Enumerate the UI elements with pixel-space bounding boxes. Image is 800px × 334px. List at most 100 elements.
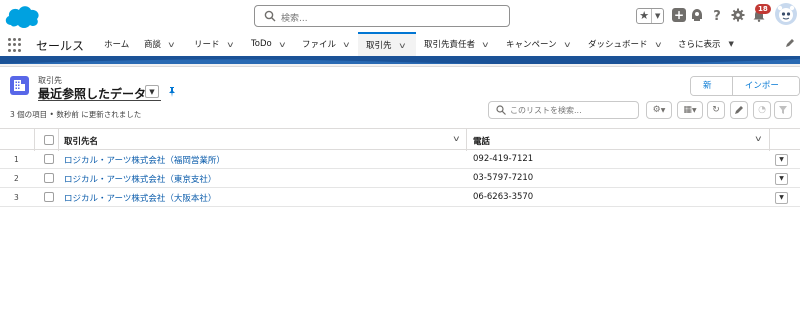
import-button[interactable]: インポート — [731, 77, 799, 95]
salesforce-logo[interactable] — [4, 3, 40, 29]
chevron-down-icon[interactable]: v — [343, 40, 349, 49]
phone-cell: 03-5797-7210 — [473, 173, 534, 183]
tab-label: 取引先 — [366, 41, 392, 51]
chevron-down-icon[interactable]: v — [655, 40, 661, 49]
chevron-down-icon[interactable]: v — [564, 40, 570, 49]
tab-label: キャンペーン — [506, 40, 557, 50]
tab-more[interactable]: さらに表示 ▼ — [670, 32, 742, 56]
favorites-button[interactable]: ★ ▼ — [636, 8, 664, 24]
column-divider — [466, 129, 467, 151]
user-avatar-icon — [777, 5, 795, 22]
settings-icon: ⚙ — [652, 105, 661, 115]
tab-label: ダッシュボード — [588, 40, 648, 50]
filter-button[interactable] — [774, 101, 792, 119]
trailhead-icon[interactable] — [690, 8, 704, 22]
list-search-placeholder: このリストを検索... — [510, 106, 582, 115]
row-actions-icon[interactable]: ▼ — [775, 173, 788, 185]
chevron-down-icon[interactable]: v — [482, 40, 488, 49]
new-button[interactable]: 新規 — [691, 77, 732, 95]
caret-down-icon[interactable]: ▼ — [729, 40, 734, 48]
refresh-button[interactable]: ↻ — [707, 101, 725, 119]
charts-button[interactable]: ◔ — [753, 101, 771, 119]
gear-icon[interactable] — [731, 8, 745, 22]
tab-files[interactable]: ファイル v — [294, 32, 357, 56]
app-name: セールス — [36, 39, 85, 53]
column-header-account-name[interactable]: 取引先名 — [64, 135, 98, 147]
display-as-button[interactable]: ▦▼ — [677, 101, 703, 119]
account-name-link[interactable]: ロジカル・アーツ株式会社（東京支社） — [64, 173, 216, 185]
search-icon — [264, 10, 276, 22]
list-settings-button[interactable]: ⚙▼ — [646, 101, 672, 119]
accounts-object-icon — [10, 76, 29, 95]
avatar[interactable] — [775, 3, 797, 25]
app-launcher-icon[interactable] — [8, 38, 22, 52]
refresh-icon: ↻ — [712, 105, 720, 115]
svg-text:?: ? — [713, 9, 721, 22]
tab-accounts[interactable]: 取引先 v — [358, 32, 416, 56]
table-row: 3 ロジカル・アーツ株式会社（大阪本社） 06-6263-3570 ▼ — [0, 188, 800, 207]
edit-list-button[interactable] — [730, 101, 748, 119]
notification-badge: 18 — [755, 4, 771, 14]
list-view-picker-icon[interactable]: ▼ — [145, 85, 159, 98]
tab-leads[interactable]: リード v — [186, 32, 240, 56]
building-icon — [14, 80, 25, 91]
tab-label: 商談 — [144, 40, 162, 50]
tab-dashboards[interactable]: ダッシュボード v — [580, 32, 668, 56]
table-view-icon: ▦ — [683, 105, 692, 115]
tab-label: ホーム — [104, 40, 130, 50]
edit-nav-icon[interactable] — [785, 38, 795, 48]
chevron-down-icon[interactable]: v — [453, 134, 459, 143]
list-search-input[interactable]: このリストを検索... — [488, 101, 639, 119]
tab-contacts[interactable]: 取引先責任者 v — [416, 32, 496, 56]
tab-opportunities[interactable]: 商談 v — [136, 32, 182, 56]
column-divider — [34, 129, 35, 151]
phone-cell: 092-419-7121 — [473, 154, 534, 164]
table-row: 1 ロジカル・アーツ株式会社（福岡営業所） 092-419-7121 ▼ — [0, 150, 800, 169]
table-header: 取引先名 v 電話 v — [0, 128, 800, 151]
tab-todo[interactable]: ToDo v — [243, 32, 292, 56]
title-underline — [38, 100, 161, 101]
chevron-down-icon[interactable]: v — [399, 41, 405, 50]
help-icon[interactable]: ? — [710, 8, 724, 22]
caret-down-icon: ▼ — [691, 107, 697, 114]
brand-strip — [0, 56, 800, 64]
select-all-checkbox[interactable] — [44, 135, 54, 145]
list-status-text: 3 個の項目 • 数秒前 に更新されました — [10, 110, 142, 119]
caret-down-icon: ▼ — [660, 107, 666, 114]
row-actions-icon[interactable]: ▼ — [775, 192, 788, 204]
tab-label: ToDo — [251, 39, 272, 49]
tab-label: さらに表示 — [678, 40, 721, 50]
column-header-phone[interactable]: 電話 — [473, 135, 490, 147]
row-checkbox[interactable] — [44, 173, 54, 183]
chevron-down-icon[interactable]: v — [279, 40, 285, 49]
row-checkbox[interactable] — [44, 192, 54, 202]
row-number: 1 — [14, 155, 19, 164]
star-icon[interactable]: ★ — [637, 9, 653, 23]
chart-icon: ◔ — [758, 105, 766, 115]
filter-icon — [779, 106, 787, 114]
phone-cell: 06-6263-3570 — [473, 192, 534, 202]
column-divider — [769, 129, 770, 151]
table-row: 2 ロジカル・アーツ株式会社（東京支社） 03-5797-7210 ▼ — [0, 169, 800, 188]
action-button-group: 新規 インポート — [690, 76, 800, 96]
global-search[interactable]: 検索... — [254, 5, 510, 27]
chevron-down-icon[interactable]: v — [755, 134, 761, 143]
row-actions-icon[interactable]: ▼ — [775, 154, 788, 166]
global-header: 検索... ★ ▼ + ? 18 — [0, 0, 800, 32]
favorites-menu-icon[interactable]: ▼ — [652, 9, 663, 23]
tab-campaigns[interactable]: キャンペーン v — [498, 32, 577, 56]
tab-label: 取引先責任者 — [424, 40, 476, 50]
account-name-link[interactable]: ロジカル・アーツ株式会社（福岡営業所） — [64, 154, 225, 166]
plus-icon[interactable]: + — [672, 8, 686, 22]
row-checkbox[interactable] — [44, 154, 54, 164]
column-divider — [58, 129, 59, 151]
account-name-link[interactable]: ロジカル・アーツ株式会社（大阪本社） — [64, 192, 216, 204]
chevron-down-icon[interactable]: v — [227, 40, 233, 49]
brand-pattern — [0, 59, 800, 64]
tab-home[interactable]: ホーム — [96, 32, 137, 56]
row-number: 2 — [14, 174, 19, 183]
chevron-down-icon[interactable]: v — [168, 40, 174, 49]
tab-label: リード — [194, 40, 220, 50]
tab-label: ファイル — [302, 40, 337, 50]
pin-icon[interactable] — [166, 86, 178, 98]
